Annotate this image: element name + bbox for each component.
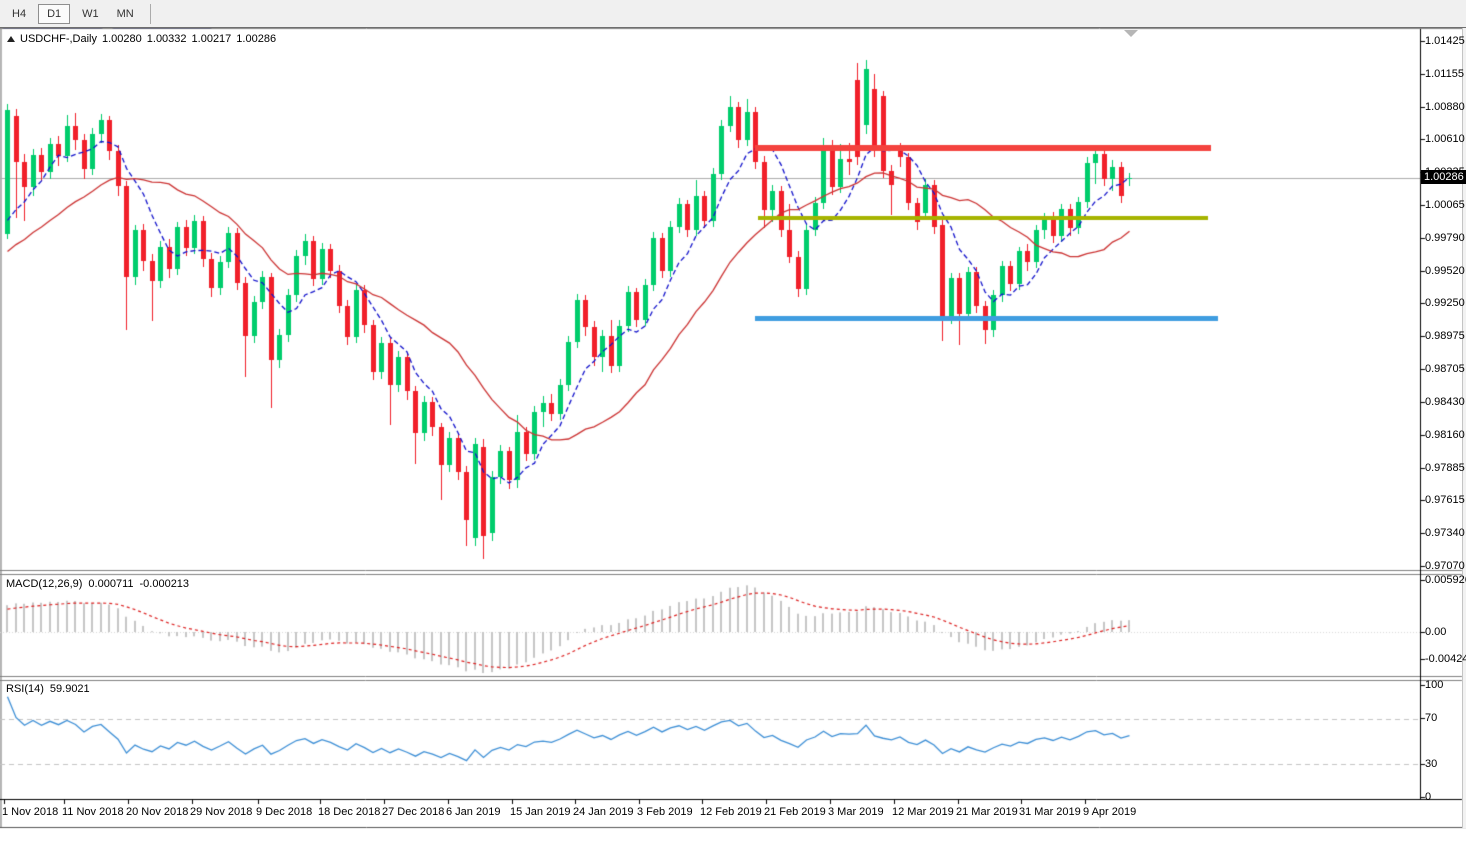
timeframe-tab-mn[interactable]: MN [111, 5, 140, 23]
date-axis-label: 11 Nov 2018 [62, 806, 124, 818]
price-axis-label: 1.00880 [1425, 101, 1465, 113]
date-axis-label: 21 Mar 2019 [956, 806, 1018, 818]
date-axis-label: 31 Mar 2019 [1019, 806, 1081, 818]
price-axis-label: 0.97340 [1425, 527, 1465, 539]
current-price-badge: 1.00286 [1421, 170, 1466, 184]
date-axis-label: 15 Jan 2019 [510, 806, 571, 818]
price-axis-label: 0.97615 [1425, 494, 1465, 506]
toolbar-separator [150, 4, 151, 24]
date-axis-label: 12 Feb 2019 [700, 806, 762, 818]
date-axis-label: 21 Feb 2019 [764, 806, 826, 818]
chart-symbol-label: USDCHF-,Daily [20, 33, 97, 45]
ohlc-low: 1.00217 [192, 33, 232, 45]
date-axis-label: 9 Apr 2019 [1083, 806, 1136, 818]
date-axis-label: 6 Jan 2019 [446, 806, 500, 818]
date-axis-label: 1 Nov 2018 [2, 806, 58, 818]
rsi-name: RSI(14) [6, 683, 44, 695]
price-axis-label: 0.98975 [1425, 330, 1465, 342]
mt4-terminal: H4 D1 W1 MN USDCHF-,Daily 1.00280 1.00332 1.00… [0, 0, 1466, 854]
timeframe-tab-w1[interactable]: W1 [76, 5, 105, 23]
timeframe-tab-d1[interactable]: D1 [38, 4, 70, 24]
ohlc-open: 1.00280 [102, 33, 142, 45]
macd-value-2: -0.000213 [140, 578, 190, 590]
price-axis-label: 0.99250 [1425, 297, 1465, 309]
macd-axis-label: 0.005926 [1425, 574, 1466, 586]
date-axis-label: 3 Mar 2019 [828, 806, 884, 818]
date-axis-label: 9 Dec 2018 [256, 806, 312, 818]
rsi-indicator-label: RSI(14) 59.9021 [6, 683, 96, 695]
date-axis-label: 27 Dec 2018 [382, 806, 444, 818]
chart-header: USDCHF-,Daily 1.00280 1.00332 1.00217 1.0028… [7, 33, 281, 45]
macd-axis-label: -0.004241 [1425, 653, 1466, 665]
chart-collapse-icon[interactable] [7, 36, 15, 42]
rsi-axis-label: 0 [1425, 791, 1431, 803]
price-axis-label: 0.97070 [1425, 560, 1465, 572]
timeframe-tab-h4[interactable]: H4 [6, 5, 32, 23]
date-axis-label: 29 Nov 2018 [190, 806, 252, 818]
price-axis-label: 1.01425 [1425, 35, 1465, 47]
rsi-axis-label: 30 [1425, 758, 1437, 770]
rsi-axis-label: 70 [1425, 712, 1437, 724]
price-axis-label: 0.98160 [1425, 429, 1465, 441]
price-axis-label: 0.98705 [1425, 363, 1465, 375]
macd-name: MACD(12,26,9) [6, 578, 82, 590]
price-axis-label: 1.00065 [1425, 199, 1465, 211]
date-axis-label: 24 Jan 2019 [573, 806, 634, 818]
rsi-value: 59.9021 [50, 683, 90, 695]
chart-canvas[interactable] [0, 0, 1466, 854]
price-axis-label: 1.00610 [1425, 133, 1465, 145]
date-axis-label: 20 Nov 2018 [126, 806, 188, 818]
date-axis-label: 12 Mar 2019 [892, 806, 954, 818]
price-axis-label: 0.99520 [1425, 265, 1465, 277]
price-axis-label: 0.97885 [1425, 462, 1465, 474]
ohlc-high: 1.00332 [147, 33, 187, 45]
price-axis-label: 0.99790 [1425, 232, 1465, 244]
timeframe-toolbar: H4 D1 W1 MN [0, 0, 1466, 28]
price-axis-label: 0.98430 [1425, 396, 1465, 408]
chart-shift-icon[interactable] [1124, 30, 1138, 37]
rsi-axis-label: 100 [1425, 679, 1443, 691]
macd-indicator-label: MACD(12,26,9) 0.000711 -0.000213 [6, 578, 195, 590]
date-axis-label: 18 Dec 2018 [318, 806, 380, 818]
ohlc-close: 1.00286 [236, 33, 276, 45]
macd-value-1: 0.000711 [88, 578, 133, 590]
price-axis-label: 1.01155 [1425, 68, 1464, 80]
macd-axis-label: 0.00 [1425, 626, 1446, 638]
date-axis-label: 3 Feb 2019 [637, 806, 693, 818]
